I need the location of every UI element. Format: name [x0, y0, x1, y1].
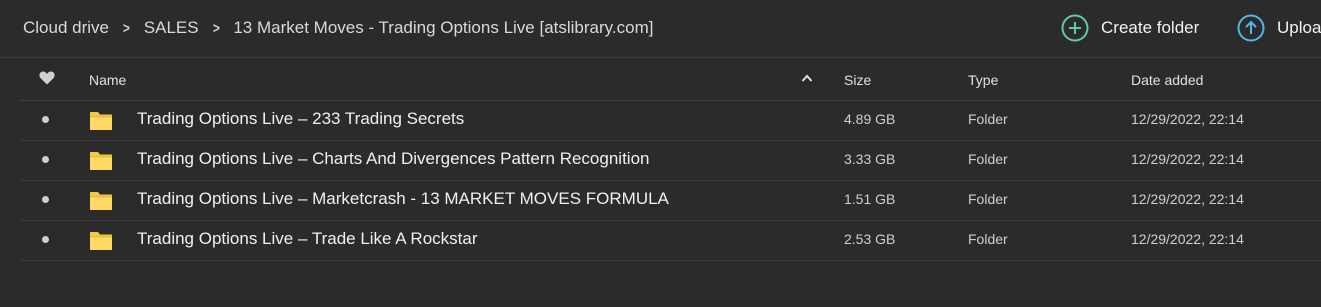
- file-date-added: 12/29/2022, 22:14: [1131, 151, 1244, 167]
- file-size: 4.89 GB: [844, 111, 896, 127]
- file-type: Folder: [968, 111, 1008, 127]
- file-name[interactable]: Trading Options Live – Trade Like A Rock…: [137, 229, 478, 249]
- file-name[interactable]: Trading Options Live – Marketcrash - 13 …: [137, 189, 669, 209]
- top-bar: Cloud drive > SALES > 13 Market Moves - …: [0, 0, 1321, 57]
- create-folder-label: Create folder: [1101, 18, 1200, 37]
- column-header-name[interactable]: Name: [89, 72, 126, 88]
- folder-icon: [90, 192, 112, 210]
- table-header: Name Size Type Date added: [20, 58, 1321, 101]
- bullet-icon: [42, 196, 49, 203]
- table-row[interactable]: Trading Options Live – Trade Like A Rock…: [20, 221, 1321, 261]
- file-date-added: 12/29/2022, 22:14: [1131, 231, 1244, 247]
- upload-button[interactable]: Uploa: [1237, 14, 1321, 42]
- column-header-date-added[interactable]: Date added: [1131, 72, 1203, 88]
- folder-icon: [90, 112, 112, 130]
- file-size: 2.53 GB: [844, 231, 896, 247]
- breadcrumb-current-folder[interactable]: 13 Market Moves - Trading Options Live […: [233, 18, 653, 38]
- file-size: 1.51 GB: [844, 191, 896, 207]
- bullet-icon: [42, 236, 49, 243]
- chevron-up-icon[interactable]: [801, 73, 813, 83]
- file-date-added: 12/29/2022, 22:14: [1131, 111, 1244, 127]
- breadcrumb-sales[interactable]: SALES: [144, 18, 199, 38]
- file-size: 3.33 GB: [844, 151, 896, 167]
- table-row[interactable]: Trading Options Live – Charts And Diverg…: [20, 141, 1321, 181]
- bullet-icon: [42, 116, 49, 123]
- upload-arrow-icon: [1237, 14, 1265, 42]
- folder-icon: [90, 152, 112, 170]
- heart-icon[interactable]: [39, 71, 55, 85]
- add-circle-icon: [1061, 14, 1089, 42]
- folder-icon: [90, 232, 112, 250]
- file-type: Folder: [968, 191, 1008, 207]
- upload-label: Uploa: [1277, 18, 1321, 37]
- file-type: Folder: [968, 151, 1008, 167]
- table-row[interactable]: Trading Options Live – 233 Trading Secre…: [20, 101, 1321, 141]
- file-type: Folder: [968, 231, 1008, 247]
- breadcrumb: Cloud drive > SALES > 13 Market Moves - …: [23, 16, 653, 40]
- create-folder-button[interactable]: Create folder: [1061, 14, 1199, 42]
- table-row[interactable]: Trading Options Live – Marketcrash - 13 …: [20, 181, 1321, 221]
- file-name[interactable]: Trading Options Live – Charts And Diverg…: [137, 149, 649, 169]
- bullet-icon: [42, 156, 49, 163]
- breadcrumb-cloud-drive[interactable]: Cloud drive: [23, 18, 109, 38]
- column-header-size[interactable]: Size: [844, 72, 871, 88]
- chevron-right-icon: >: [212, 19, 220, 37]
- file-date-added: 12/29/2022, 22:14: [1131, 191, 1244, 207]
- column-header-type[interactable]: Type: [968, 72, 998, 88]
- file-list: Trading Options Live – 233 Trading Secre…: [20, 101, 1321, 261]
- file-name[interactable]: Trading Options Live – 233 Trading Secre…: [137, 109, 464, 129]
- chevron-right-icon: >: [122, 19, 130, 37]
